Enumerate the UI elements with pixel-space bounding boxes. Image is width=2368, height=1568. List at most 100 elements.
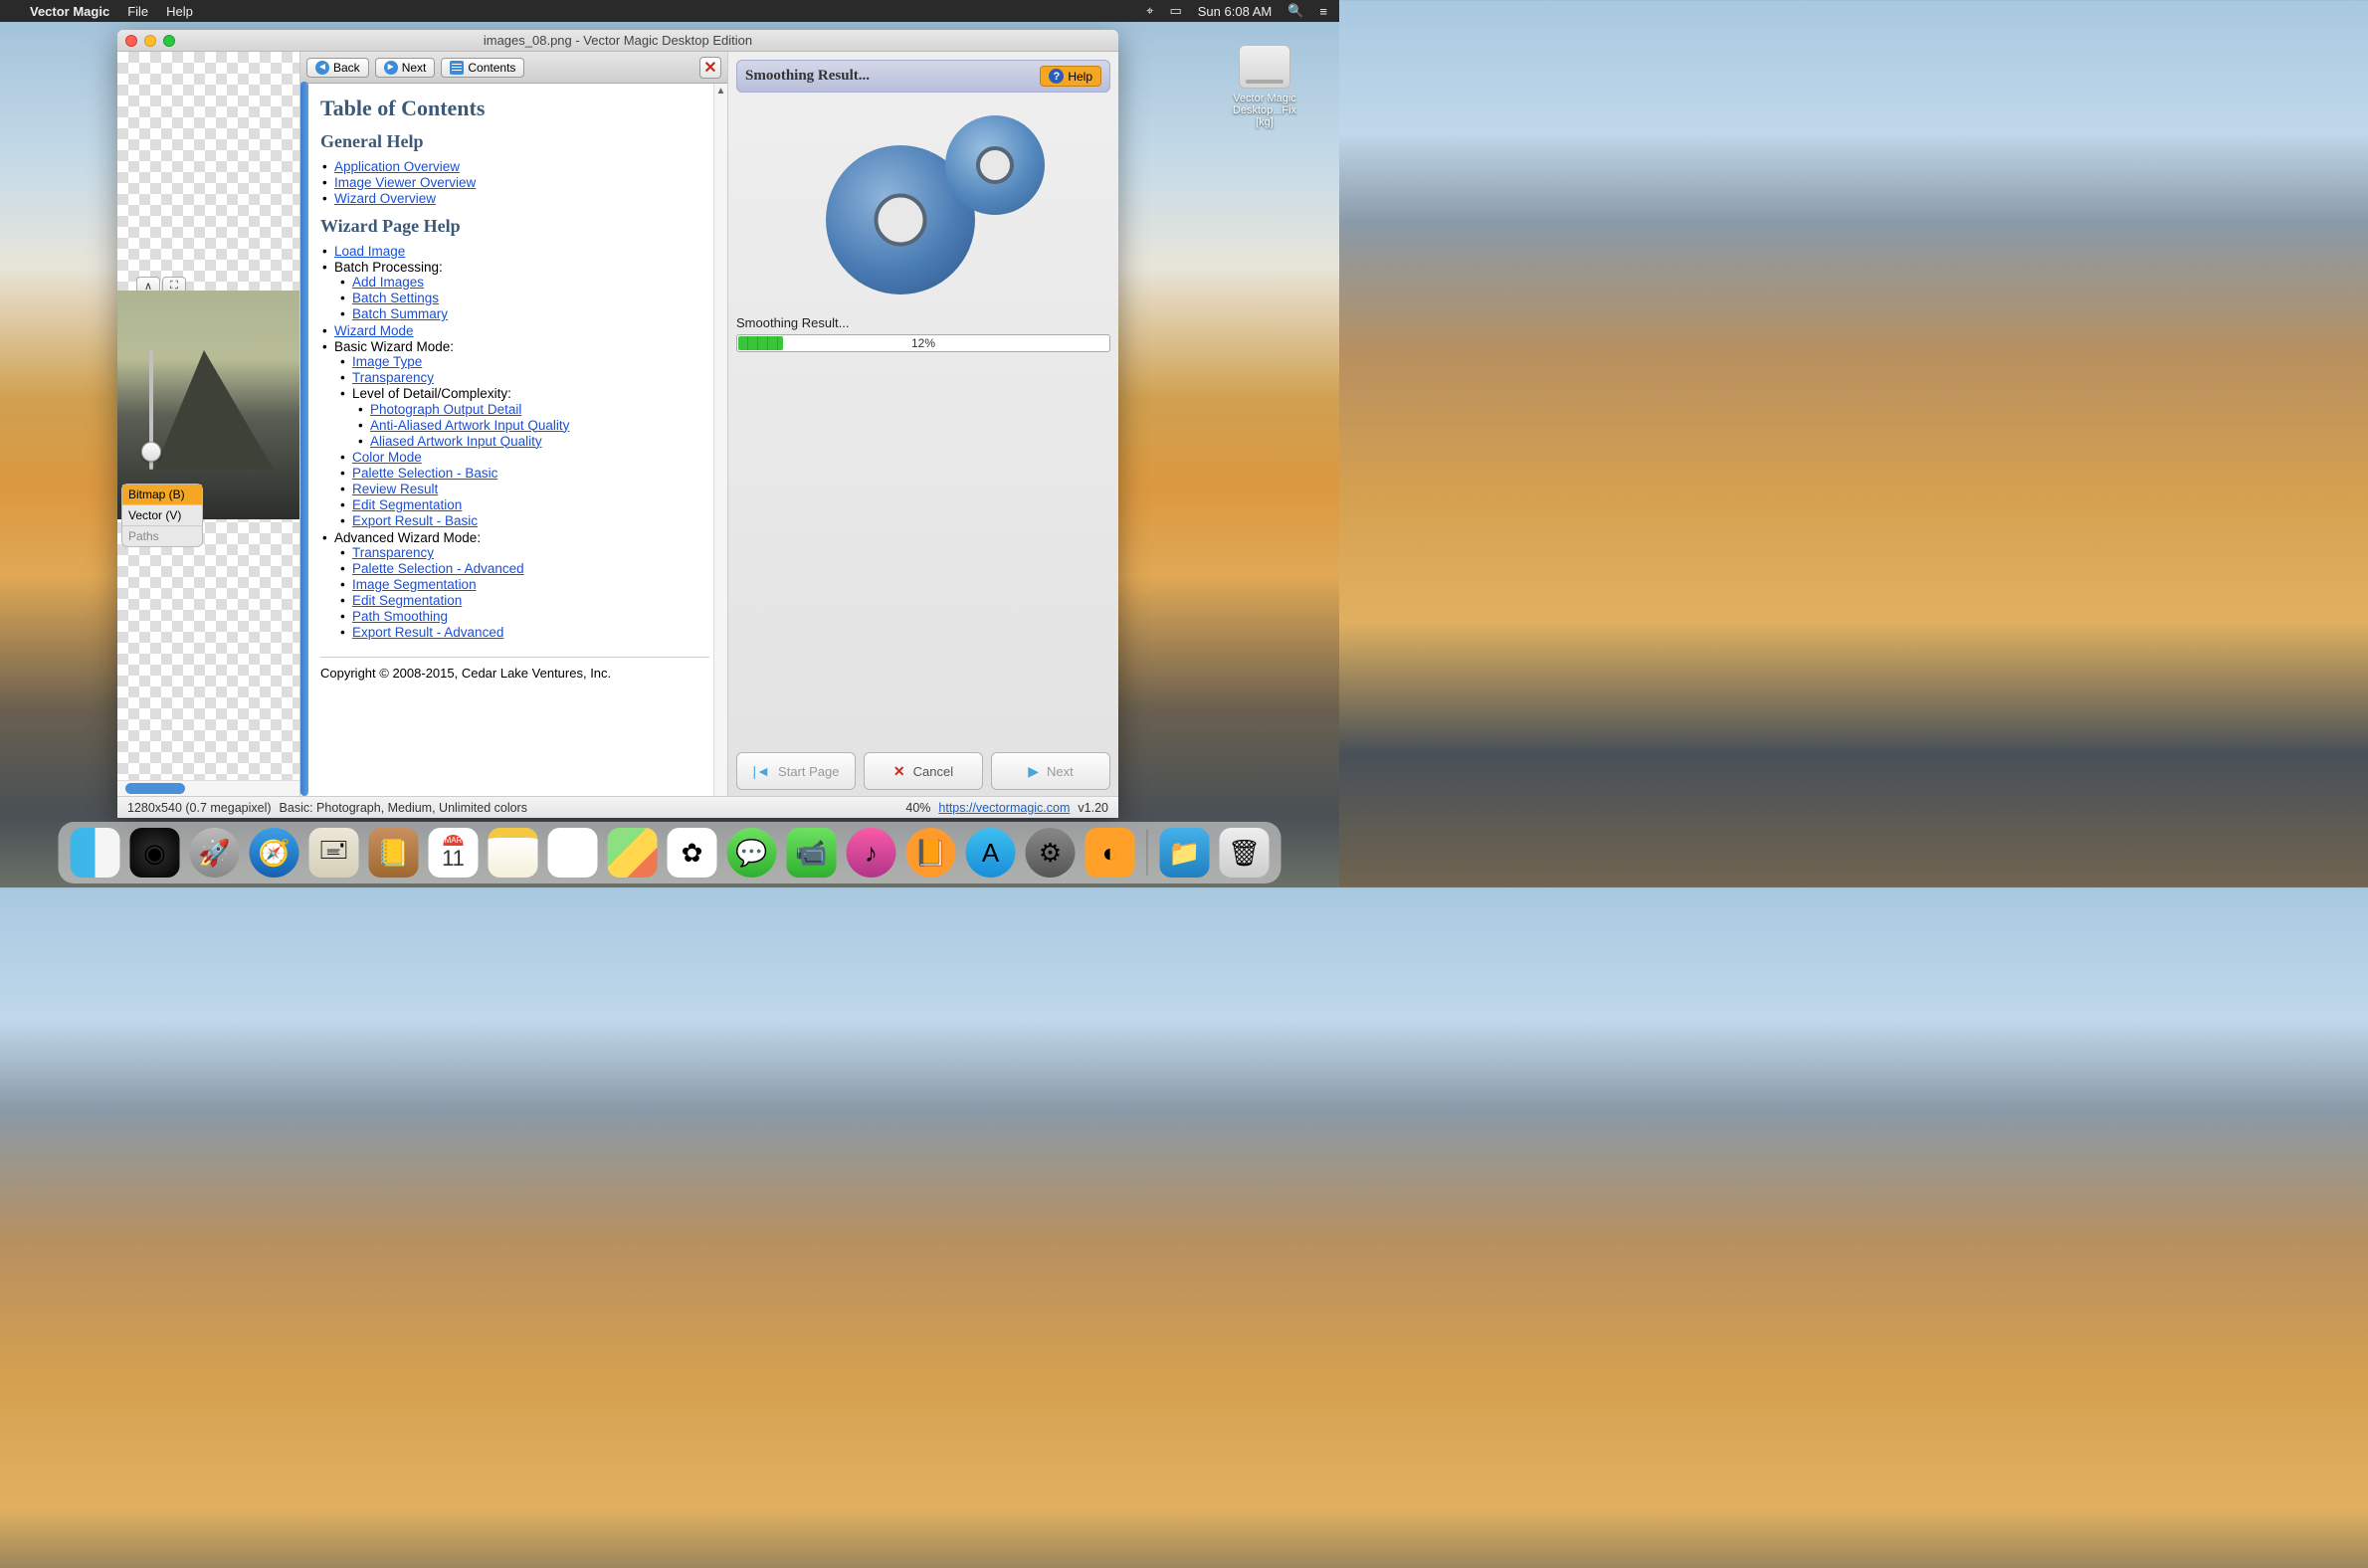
dock-vectormagic[interactable]: ◐	[1085, 828, 1135, 878]
file-menu[interactable]: File	[127, 4, 148, 19]
desktop-disk-icon[interactable]: Vector Magic Desktop...Fix [kg]	[1225, 45, 1304, 128]
image-viewer-panel: ∧ ⛶ < ✥ > ∨	[117, 52, 300, 796]
dock-contacts[interactable]: 📒	[369, 828, 419, 878]
airplay-icon[interactable]: ▭	[1169, 3, 1181, 19]
status-zoom: 40%	[905, 801, 930, 815]
link-image-type[interactable]: Image Type	[352, 354, 422, 369]
bitmap-toggle[interactable]: Bitmap (B)	[122, 485, 202, 505]
link-wizard-mode[interactable]: Wizard Mode	[334, 323, 414, 338]
dock-mail[interactable]: 🖃	[309, 828, 359, 878]
link-export-basic[interactable]: Export Result - Basic	[352, 513, 478, 528]
help-back-label: Back	[333, 61, 360, 75]
link-color-mode[interactable]: Color Mode	[352, 450, 422, 465]
paths-toggle[interactable]: Paths	[122, 526, 202, 546]
help-content: Table of Contents General Help Applicati…	[300, 84, 727, 796]
hscroll-thumb[interactable]	[125, 783, 185, 794]
vector-toggle[interactable]: Vector (V)	[122, 505, 202, 526]
clock[interactable]: Sun 6:08 AM	[1198, 4, 1272, 19]
next-icon: ▶	[1028, 763, 1039, 780]
wizard-help-button[interactable]: ? Help	[1040, 66, 1101, 87]
help-contents-button[interactable]: Contents	[441, 58, 524, 78]
app-window: images_08.png - Vector Magic Desktop Edi…	[117, 30, 1118, 818]
wizard-panel: Smoothing Result... ? Help Smoothing Res…	[728, 52, 1118, 796]
link-adv-edit-segmentation[interactable]: Edit Segmentation	[352, 593, 462, 608]
next-label: Next	[1047, 764, 1074, 779]
dock-launchpad[interactable]: 🚀	[190, 828, 240, 878]
label-lod: Level of Detail/Complexity:	[352, 386, 511, 401]
label-adv-wizard: Advanced Wizard Mode:	[334, 530, 481, 545]
help-vscrollbar[interactable]: ▲	[713, 84, 727, 796]
dock-downloads[interactable]: 📁	[1160, 828, 1210, 878]
titlebar[interactable]: images_08.png - Vector Magic Desktop Edi…	[117, 30, 1118, 52]
link-aliased-artwork-quality[interactable]: Aliased Artwork Input Quality	[370, 434, 542, 449]
progress-bar: 12%	[736, 334, 1110, 352]
progress-percent: 12%	[911, 336, 935, 350]
next-icon: ►	[384, 61, 398, 75]
disk-icon	[1239, 45, 1290, 89]
help-toolbar: ◄ Back ► Next Contents ✕	[300, 52, 727, 84]
next-button[interactable]: ▶ Next	[991, 752, 1110, 790]
help-menu[interactable]: Help	[166, 4, 193, 19]
dock-facetime[interactable]: 📹	[787, 828, 837, 878]
link-image-viewer-overview[interactable]: Image Viewer Overview	[334, 175, 476, 190]
cancel-label: Cancel	[913, 764, 953, 779]
wizard-header: Smoothing Result... ? Help	[736, 60, 1110, 93]
general-help-heading: General Help	[320, 131, 709, 152]
help-next-button[interactable]: ► Next	[375, 58, 436, 78]
dock-reminders[interactable]	[548, 828, 598, 878]
spotlight-icon[interactable]: 🔍	[1287, 3, 1303, 19]
help-next-label: Next	[402, 61, 427, 75]
link-edit-segmentation[interactable]: Edit Segmentation	[352, 497, 462, 512]
cancel-button[interactable]: ✕ Cancel	[864, 752, 983, 790]
dock-ibooks[interactable]: 📙	[906, 828, 956, 878]
link-aa-artwork-quality[interactable]: Anti-Aliased Artwork Input Quality	[370, 418, 569, 433]
link-photo-output-detail[interactable]: Photograph Output Detail	[370, 402, 521, 417]
link-adv-transparency[interactable]: Transparency	[352, 545, 434, 560]
status-url-link[interactable]: https://vectormagic.com	[938, 801, 1070, 815]
link-load-image[interactable]: Load Image	[334, 244, 405, 259]
dock-safari[interactable]: 🧭	[250, 828, 299, 878]
dock-calendar[interactable]: MAR 11	[429, 828, 479, 878]
app-menu[interactable]: Vector Magic	[30, 4, 109, 19]
wizard-help-label: Help	[1068, 70, 1092, 84]
help-close-button[interactable]: ✕	[699, 57, 721, 79]
minimize-window-button[interactable]	[144, 35, 156, 47]
dock-appstore[interactable]: A	[966, 828, 1016, 878]
link-batch-settings[interactable]: Batch Settings	[352, 291, 439, 305]
copyright-text: Copyright © 2008-2015, Cedar Lake Ventur…	[320, 666, 709, 681]
link-wizard-overview[interactable]: Wizard Overview	[334, 191, 436, 206]
close-window-button[interactable]	[125, 35, 137, 47]
gears-graphic	[736, 100, 1110, 309]
menu-extras-icon[interactable]: ≡	[1319, 4, 1327, 19]
link-add-images[interactable]: Add Images	[352, 275, 424, 290]
zoom-window-button[interactable]	[163, 35, 175, 47]
dock-notes[interactable]	[489, 828, 538, 878]
start-page-button[interactable]: |◄ Start Page	[736, 752, 856, 790]
link-batch-summary[interactable]: Batch Summary	[352, 306, 448, 321]
link-path-smoothing[interactable]: Path Smoothing	[352, 609, 448, 624]
dock-photos[interactable]: ✿	[668, 828, 717, 878]
zoom-slider-thumb[interactable]	[141, 442, 161, 462]
link-export-advanced[interactable]: Export Result - Advanced	[352, 625, 503, 640]
dock-siri[interactable]: ◉	[130, 828, 180, 878]
dock-sysprefs[interactable]: ⚙	[1026, 828, 1076, 878]
image-canvas[interactable]: ∧ ⛶ < ✥ > ∨	[117, 52, 299, 780]
help-back-button[interactable]: ◄ Back	[306, 58, 369, 78]
link-palette-advanced[interactable]: Palette Selection - Advanced	[352, 561, 524, 576]
link-palette-basic[interactable]: Palette Selection - Basic	[352, 466, 497, 481]
dock: ◉ 🚀 🧭 🖃 📒 MAR 11 ✿ 💬 📹 ♪ 📙 A ⚙ ◐ 📁 🗑	[59, 822, 1282, 883]
dock-maps[interactable]	[608, 828, 658, 878]
dock-finder[interactable]	[71, 828, 120, 878]
menubar: Vector Magic File Help ⌖ ▭ Sun 6:08 AM 🔍…	[0, 0, 1339, 22]
link-image-segmentation[interactable]: Image Segmentation	[352, 577, 477, 592]
dock-trash[interactable]: 🗑	[1220, 828, 1270, 878]
dock-messages[interactable]: 💬	[727, 828, 777, 878]
scroll-up-icon[interactable]: ▲	[714, 84, 727, 98]
viewer-hscrollbar[interactable]	[117, 780, 299, 796]
desktop-icon-label: Vector Magic Desktop...Fix [kg]	[1225, 93, 1304, 128]
dock-itunes[interactable]: ♪	[847, 828, 896, 878]
link-application-overview[interactable]: Application Overview	[334, 159, 460, 174]
link-review-result[interactable]: Review Result	[352, 482, 438, 496]
link-transparency[interactable]: Transparency	[352, 370, 434, 385]
cursor-icon[interactable]: ⌖	[1146, 3, 1153, 19]
